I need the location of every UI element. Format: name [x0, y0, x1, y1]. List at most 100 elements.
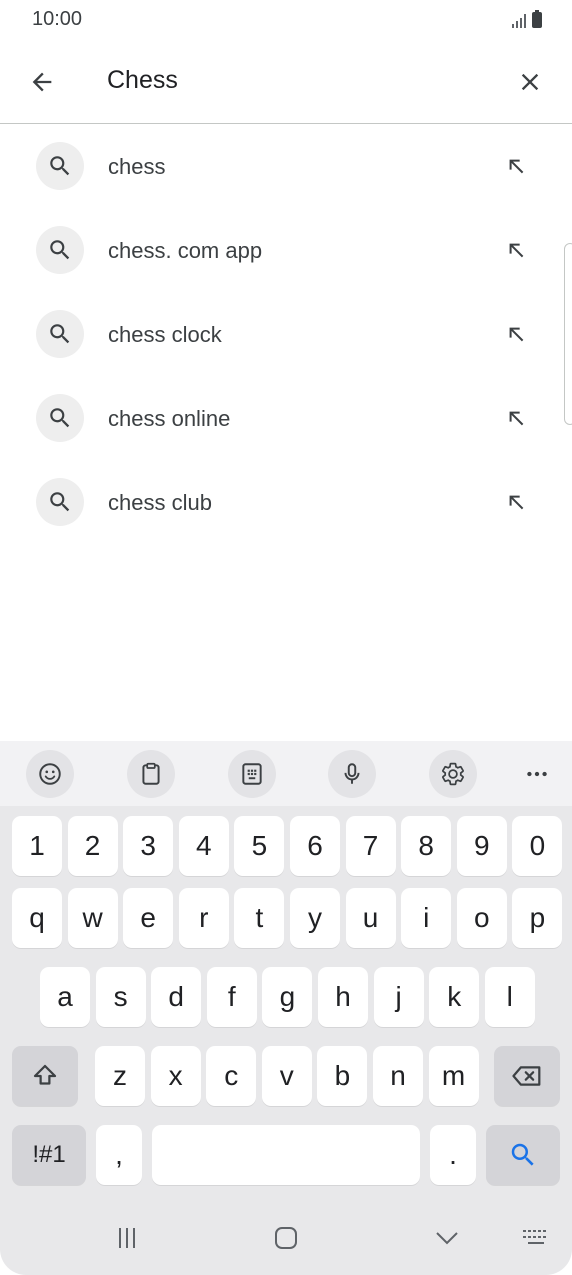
key-q[interactable]: q [12, 888, 62, 948]
arrow-up-left-icon [509, 411, 524, 426]
more-horizontal-icon [527, 771, 547, 777]
key-d[interactable]: d [151, 967, 202, 1027]
key-j[interactable]: j [373, 967, 424, 1027]
emoji-icon [39, 763, 61, 785]
arrow-up-left-icon [509, 495, 524, 510]
suggestion-label: chess club [108, 490, 212, 515]
key-t[interactable]: t [234, 888, 285, 948]
search-icon [36, 310, 84, 358]
voice-input-button[interactable] [328, 750, 376, 798]
key-y[interactable]: y [290, 888, 340, 948]
status-icons [512, 10, 542, 28]
emoji-button[interactable] [26, 750, 74, 798]
key-n[interactable]: n [373, 1046, 423, 1106]
on-screen-keyboard: !#1 , . 1234567890 qwertyuiop asdfghjkl zxc… [0, 741, 572, 1275]
fill-query-button[interactable] [500, 486, 532, 518]
arrow-up-left-icon [509, 243, 524, 258]
status-bar: 10:00 [0, 0, 572, 40]
key-i[interactable]: i [401, 888, 452, 948]
clipboard-button[interactable] [127, 750, 175, 798]
key-a[interactable]: a [40, 967, 90, 1027]
search-input[interactable]: Chess [107, 66, 178, 95]
chevron-down-icon [436, 1232, 458, 1245]
home-button[interactable] [256, 1220, 316, 1256]
clear-search-button[interactable] [508, 60, 552, 104]
key-v[interactable]: v [261, 1046, 312, 1106]
suggestion-label: chess. com app [108, 238, 263, 263]
shift-icon [33, 1064, 57, 1085]
key-m[interactable]: m [428, 1046, 479, 1106]
shift-key[interactable] [12, 1046, 78, 1106]
system-navigation-bar [0, 1206, 572, 1270]
home-icon [275, 1227, 297, 1249]
suggestion-label: chess [108, 154, 166, 179]
period-key[interactable]: . [430, 1125, 476, 1185]
key-8[interactable]: 8 [401, 816, 452, 876]
gear-icon [441, 762, 464, 786]
key-u[interactable]: u [345, 888, 396, 948]
key-e[interactable]: e [123, 888, 174, 948]
keypad-mode-button[interactable] [228, 750, 276, 798]
key-6[interactable]: 6 [290, 816, 340, 876]
back-button[interactable] [20, 60, 64, 104]
symbols-key[interactable]: !#1 [12, 1125, 86, 1185]
scrollbar[interactable] [564, 243, 572, 425]
key-1[interactable]: 1 [12, 816, 62, 876]
keyboard-icon [523, 1230, 546, 1244]
fill-query-button[interactable] [500, 234, 532, 266]
suggestion-list: chess chess. com app chess clock chess o… [0, 124, 572, 544]
key-p[interactable]: p [512, 888, 563, 948]
search-action-key[interactable] [486, 1125, 560, 1185]
key-9[interactable]: 9 [456, 816, 507, 876]
arrow-back-icon [32, 72, 52, 92]
search-icon [36, 226, 84, 274]
keyboard-toolbar [0, 741, 572, 806]
backspace-key[interactable] [494, 1046, 560, 1106]
key-5[interactable]: 5 [234, 816, 285, 876]
battery-icon [532, 10, 542, 28]
key-c[interactable]: c [206, 1046, 257, 1106]
signal-icon [512, 14, 526, 28]
space-key[interactable] [152, 1125, 420, 1185]
suggestion-label: chess online [108, 406, 231, 431]
fill-query-button[interactable] [500, 402, 532, 434]
suggestion-item[interactable]: chess [0, 124, 572, 208]
key-l[interactable]: l [484, 967, 535, 1027]
suggestion-item[interactable]: chess. com app [0, 208, 572, 292]
key-7[interactable]: 7 [345, 816, 396, 876]
close-icon [521, 73, 539, 91]
key-4[interactable]: 4 [178, 816, 229, 876]
key-b[interactable]: b [317, 1046, 368, 1106]
key-f[interactable]: f [206, 967, 257, 1027]
more-options-button[interactable] [513, 750, 561, 798]
keypad-icon [242, 763, 262, 785]
status-time: 10:00 [32, 8, 83, 30]
recent-apps-button[interactable] [97, 1220, 157, 1256]
suggestion-item[interactable]: chess online [0, 376, 572, 460]
arrow-up-left-icon [509, 327, 524, 342]
key-3[interactable]: 3 [123, 816, 174, 876]
suggestion-item[interactable]: chess club [0, 460, 572, 544]
key-h[interactable]: h [318, 967, 368, 1027]
key-k[interactable]: k [429, 967, 480, 1027]
key-x[interactable]: x [150, 1046, 201, 1106]
key-z[interactable]: z [95, 1046, 145, 1106]
key-g[interactable]: g [262, 967, 313, 1027]
fill-query-button[interactable] [500, 150, 532, 182]
clipboard-icon [142, 762, 160, 785]
key-o[interactable]: o [456, 888, 507, 948]
hide-keyboard-button[interactable] [417, 1220, 477, 1256]
key-r[interactable]: r [178, 888, 229, 948]
key-2[interactable]: 2 [67, 816, 118, 876]
keyboard-settings-button[interactable] [429, 750, 477, 798]
key-0[interactable]: 0 [512, 816, 563, 876]
keyboard-switch-button[interactable] [506, 1220, 566, 1256]
recent-apps-icon [119, 1228, 135, 1248]
comma-key[interactable]: , [96, 1125, 142, 1185]
key-s[interactable]: s [95, 967, 146, 1027]
key-w[interactable]: w [67, 888, 118, 948]
search-bar: Chess [0, 40, 572, 124]
fill-query-button[interactable] [500, 318, 532, 350]
suggestion-item[interactable]: chess clock [0, 292, 572, 376]
search-icon [36, 142, 84, 190]
